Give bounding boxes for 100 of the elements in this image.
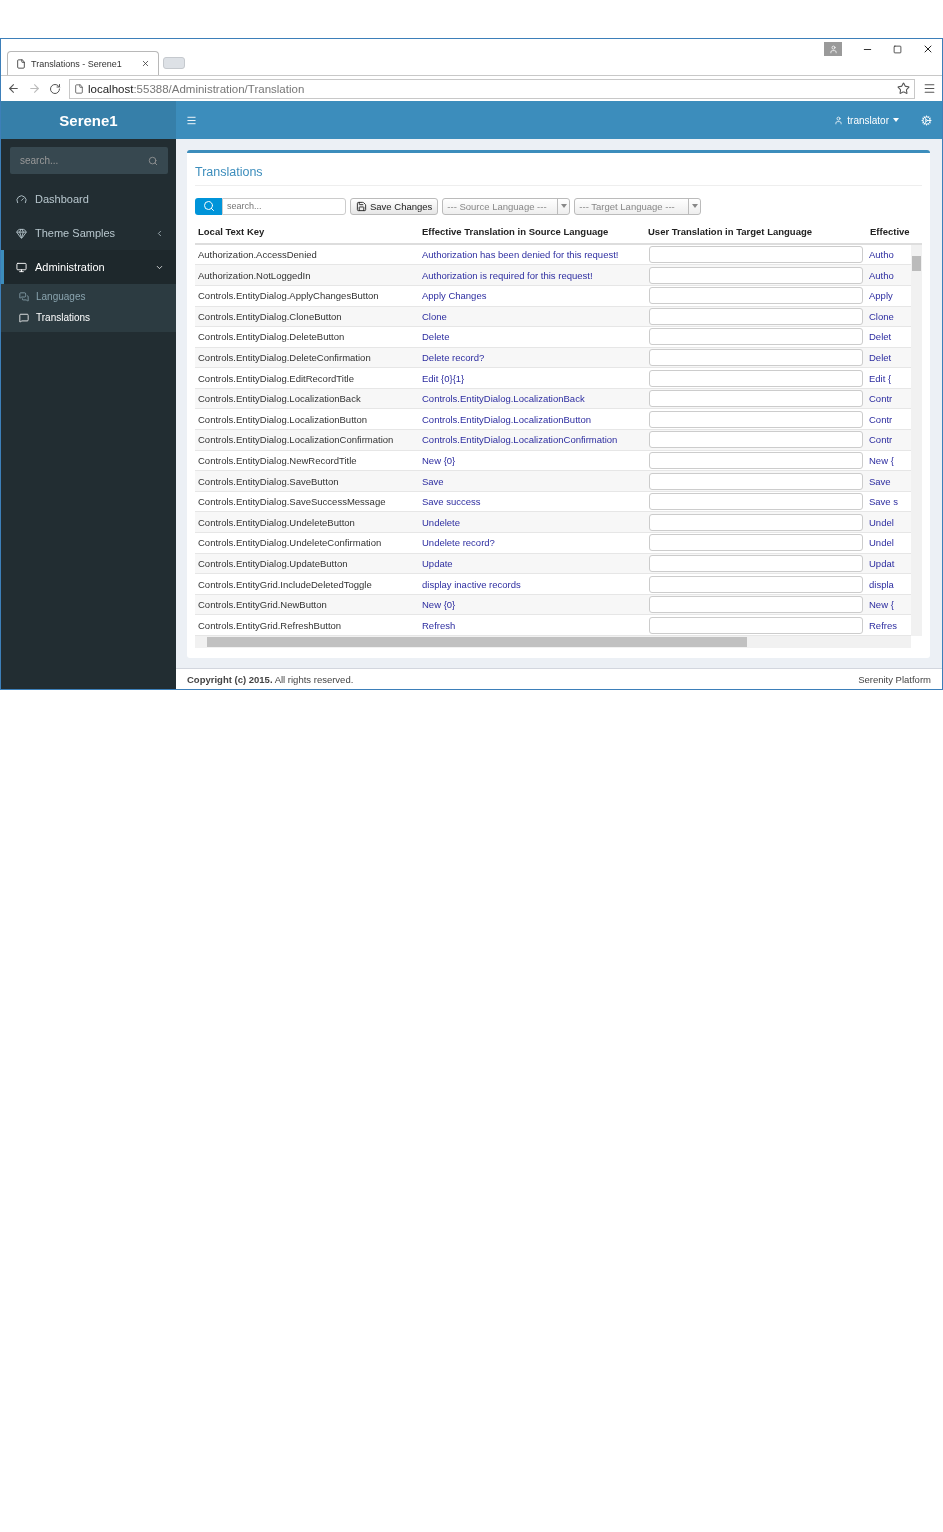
translation-input[interactable] (649, 472, 863, 490)
address-field[interactable]: localhost:55388/Administration/Translation (69, 78, 915, 99)
table-cell-text: New {0} (421, 599, 457, 611)
table-cell-text: Apply (868, 290, 894, 302)
table-cell-text: Controls.EntityGrid.NewButton (197, 599, 328, 611)
translation-input[interactable] (649, 266, 863, 284)
search-button[interactable] (195, 198, 222, 215)
table-cell-text: Controls.EntityDialog.NewRecordTitle (197, 454, 358, 466)
table-cell-text: Controls.EntityDialog.SaveButton (197, 475, 340, 487)
table-cell-text: Delet (868, 352, 893, 363)
star-icon[interactable] (897, 82, 910, 95)
table-cell-text: Edit {0}{1} (421, 372, 466, 384)
source-language-select[interactable]: --- Source Language --- (442, 198, 571, 215)
translation-input[interactable] (649, 451, 863, 469)
table-cell-text: New { (868, 599, 895, 611)
browser-tab[interactable]: Translations - Serene1 (7, 51, 159, 75)
column-header[interactable]: Local Text Key (195, 226, 419, 238)
column-header[interactable]: User Translation in Target Language (645, 226, 867, 238)
monitor-icon (16, 261, 27, 273)
gem-icon (16, 227, 27, 239)
maximize-icon[interactable] (893, 44, 902, 54)
table-cell-text: Autho (868, 249, 895, 260)
forward-icon[interactable] (28, 82, 41, 95)
column-header[interactable]: Effective (867, 226, 909, 238)
table-cell-text: Contr (868, 413, 894, 425)
search-icon (148, 155, 158, 166)
table-cell-text: display inactive records (421, 578, 522, 590)
sidebar-item[interactable]: Dashboard (1, 182, 176, 216)
translation-input[interactable] (649, 349, 863, 366)
table-cell-text: Controls.EntityDialog.UndeleteButton (197, 516, 356, 528)
translation-input[interactable] (649, 328, 863, 346)
table-cell-text: Clone (421, 310, 448, 322)
table-cell-text: displa (868, 578, 895, 590)
translation-input[interactable] (649, 575, 863, 593)
table-cell-text: Refresh (421, 619, 457, 631)
translation-input[interactable] (649, 513, 863, 531)
translation-input[interactable] (649, 534, 863, 552)
table-cell-text: Controls.EntityDialog.CloneButton (197, 310, 343, 322)
search-icon (202, 200, 215, 213)
table-cell-text: New {0} (421, 454, 457, 466)
table-cell-text: Undelete record? (421, 537, 496, 549)
table-cell-text: Undel (868, 516, 895, 528)
app-logo[interactable]: Serene1 (1, 101, 176, 139)
profile-icon[interactable] (824, 42, 842, 56)
table-cell-text: Contr (868, 393, 894, 405)
table-cell-text: Controls.EntityDialog.EditRecordTitle (197, 372, 355, 384)
menu-icon[interactable] (923, 82, 936, 95)
table-cell-text: Authorization is required for this request! (421, 269, 594, 281)
translation-input[interactable] (649, 616, 863, 634)
horizontal-scrollbar[interactable] (195, 636, 911, 648)
table-cell-text: Refres (868, 619, 898, 631)
column-header[interactable]: Effective Translation in Source Language (419, 226, 645, 238)
table-cell-text: Controls.EntityDialog.LocalizationBack (421, 393, 586, 405)
table-cell-text: Controls.EntityDialog.LocalizationButton (197, 413, 368, 425)
sidebar-item[interactable]: Administration (1, 250, 176, 284)
back-icon[interactable] (7, 82, 20, 95)
copyright-text: Copyright (c) 2015. All rights reserved. (187, 673, 354, 685)
table-cell-text: Apply Changes (421, 290, 488, 302)
translation-input[interactable] (649, 307, 863, 325)
sidebar-item[interactable]: Theme Samples (1, 216, 176, 250)
table-cell-text: Controls.EntityGrid.RefreshButton (197, 619, 343, 631)
sidebar-subitem[interactable]: Translations (1, 307, 176, 328)
panel-title: Translations (195, 165, 263, 179)
table-cell-text: Controls.EntityDialog.DeleteButton (197, 331, 346, 343)
translation-input[interactable] (649, 596, 863, 614)
table-cell-text: Controls.EntityDialog.ApplyChangesButton (197, 290, 380, 302)
table-cell-text: Undel (868, 537, 895, 549)
table-cell-text: Controls.EntityDialog.LocalizationConfirmation (197, 434, 395, 446)
translation-input[interactable] (649, 369, 863, 387)
translation-input[interactable] (649, 554, 863, 572)
tab-title: Translations - Serene1 (31, 58, 123, 69)
gauge-icon (16, 193, 27, 205)
translation-input[interactable] (649, 410, 863, 428)
user-menu[interactable]: translator (834, 114, 899, 126)
translation-input[interactable] (649, 287, 863, 305)
user-icon (834, 115, 844, 125)
table-cell-text: New { (868, 454, 895, 466)
translation-input[interactable] (649, 246, 863, 263)
table-cell-text: Controls.EntityDialog.UndeleteConfirmation (197, 537, 383, 549)
table-cell-text: Delete record? (421, 352, 486, 363)
target-language-select[interactable]: --- Target Language --- (574, 198, 702, 215)
new-tab-button[interactable] (163, 57, 185, 69)
table-cell-text: Edit { (868, 372, 893, 384)
close-icon[interactable] (922, 43, 934, 55)
save-changes-button[interactable]: Save Changes (350, 198, 439, 215)
table-cell-text: Controls.EntityDialog.UpdateButton (197, 557, 349, 569)
table-cell-text: Controls.EntityGrid.IncludeDeletedToggle (197, 578, 373, 590)
sidebar-subitem[interactable]: Languages (1, 286, 176, 307)
vertical-scrollbar[interactable] (911, 244, 922, 636)
translation-input[interactable] (649, 431, 863, 449)
table-cell-text: Delet (868, 331, 893, 343)
table-cell-text: Contr (868, 434, 894, 446)
search-field[interactable]: search... (222, 198, 346, 215)
translation-input[interactable] (649, 390, 863, 408)
table-cell-text: Controls.EntityDialog.LocalizationBack (197, 393, 362, 405)
page-icon (16, 58, 26, 69)
menu-icon[interactable] (186, 114, 197, 126)
translation-input[interactable] (649, 493, 863, 511)
reload-icon[interactable] (49, 82, 61, 95)
settings-icon[interactable] (921, 114, 932, 126)
